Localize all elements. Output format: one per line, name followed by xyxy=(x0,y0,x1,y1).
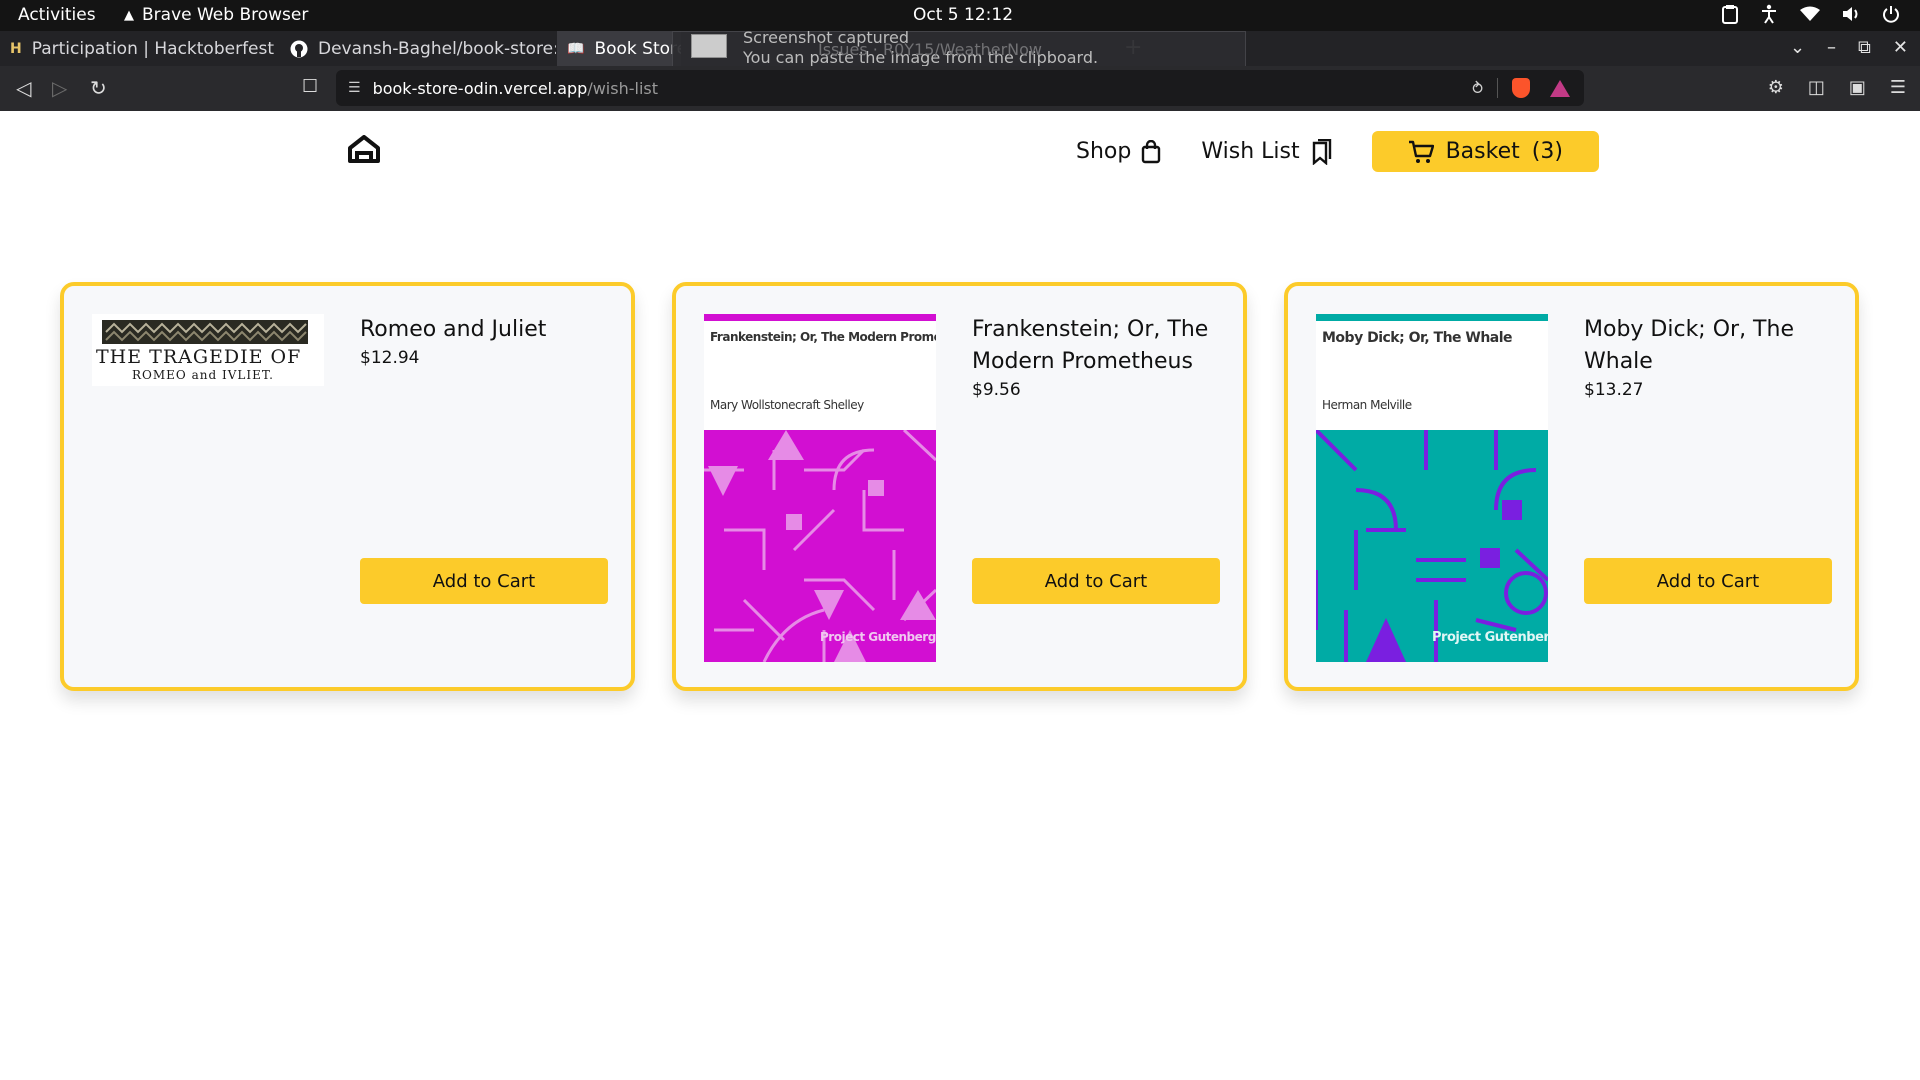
book-price: $12.94 xyxy=(360,348,420,368)
bookmarks-icon xyxy=(1312,138,1331,165)
book-info: Frankenstein; Or, The Modern Prometheus … xyxy=(972,314,1212,400)
book-price: $13.27 xyxy=(1584,380,1644,400)
background-tab-label: Issues · R0Y15/WeatherNow xyxy=(818,40,1042,59)
reload-icon[interactable]: ↻ xyxy=(90,76,107,100)
web-page: Shop Wish List Basket (3) THE TRAGEDIE O… xyxy=(0,111,1920,1080)
minimize-icon[interactable]: – xyxy=(1827,37,1836,58)
address-bar[interactable]: ☰ book-store-odin.vercel.app /wish-list … xyxy=(336,70,1584,106)
shopping-bag-icon xyxy=(1142,139,1161,163)
cover-top-stripe xyxy=(1316,314,1548,321)
add-to-cart-button[interactable]: Add to Cart xyxy=(1584,558,1832,604)
cover-author: Herman Melville xyxy=(1322,398,1412,412)
basket-button[interactable]: Basket (3) xyxy=(1371,131,1599,172)
app-menu[interactable]: ▲ Brave Web Browser xyxy=(124,5,308,25)
divider xyxy=(1497,78,1498,98)
activities-button[interactable]: Activities xyxy=(18,5,96,25)
woodcut-border-image xyxy=(102,320,308,344)
github-icon xyxy=(290,40,308,58)
cart-icon xyxy=(1408,140,1434,163)
brave-rewards-icon[interactable] xyxy=(1550,79,1570,97)
toolbar-tools: ⚙ ◫ ▣ ☰ xyxy=(1768,77,1906,98)
brave-shields-icon[interactable] xyxy=(1512,78,1530,98)
book-info: Romeo and Juliet $12.94 xyxy=(360,314,600,368)
add-to-cart-button[interactable]: Add to Cart xyxy=(972,558,1220,604)
wishlist-grid: THE TRAGEDIE OF ROMEO and IVLIET. Romeo … xyxy=(60,282,1859,691)
accessibility-icon[interactable] xyxy=(1760,4,1778,24)
menu-icon[interactable]: ☰ xyxy=(1890,77,1906,98)
wallet-icon[interactable]: ▣ xyxy=(1849,77,1866,98)
bookmark-icon[interactable]: ☐ xyxy=(302,76,318,97)
tab-label: Devansh-Baghel/book-store: M xyxy=(318,38,556,59)
extensions-icon[interactable]: ⚙ xyxy=(1768,77,1784,98)
power-icon[interactable] xyxy=(1882,5,1900,23)
tab-github[interactable]: Devansh-Baghel/book-store: M xyxy=(280,31,556,66)
brave-lion-icon: ▲ xyxy=(124,7,134,23)
book-title[interactable]: Frankenstein; Or, The Modern Prometheus xyxy=(972,314,1212,378)
hacktoberfest-icon: H xyxy=(10,40,22,57)
basket-count: (3) xyxy=(1531,139,1563,164)
system-top-bar: Activities ▲ Brave Web Browser Oct 5 12:… xyxy=(0,0,1920,31)
system-tray[interactable] xyxy=(1722,4,1900,24)
tab-label: Participation | Hacktoberfest 2 xyxy=(31,38,280,59)
clock[interactable]: Oct 5 12:12 xyxy=(913,5,1013,25)
wishlist-card: Moby Dick; Or, The Whale Herman Melville xyxy=(1284,282,1859,691)
cover-title: Frankenstein; Or, The Modern Prometheus xyxy=(710,330,936,344)
wishlist-card: Frankenstein; Or, The Modern Prometheus … xyxy=(672,282,1247,691)
tab-label: Book Store xyxy=(594,38,681,59)
wifi-icon[interactable] xyxy=(1800,6,1820,22)
site-settings-icon[interactable]: ☰ xyxy=(348,80,361,96)
close-icon[interactable]: ✕ xyxy=(1893,37,1908,58)
back-icon[interactable]: ◁ xyxy=(16,76,31,100)
cover-publisher: Project Gutenberg xyxy=(1432,630,1548,645)
tab-book-store[interactable]: 📖 Book Store xyxy=(557,31,681,66)
add-to-cart-button[interactable]: Add to Cart xyxy=(360,558,608,604)
tab-search-chevron-icon[interactable]: ⌄ xyxy=(1790,37,1805,58)
app-name: Brave Web Browser xyxy=(142,5,309,25)
cover-title: Moby Dick; Or, The Whale xyxy=(1322,330,1513,346)
window-controls: ⌄ – ⧉ ✕ xyxy=(1790,37,1908,58)
book-cover: THE TRAGEDIE OF ROMEO and IVLIET. xyxy=(92,314,324,386)
book-cover: Moby Dick; Or, The Whale Herman Melville xyxy=(1316,314,1548,662)
browser-toolbar: ◁ ▷ ↻ ☐ ☰ book-store-odin.vercel.app /wi… xyxy=(0,66,1920,111)
basket-label: Basket xyxy=(1445,139,1520,164)
share-icon[interactable]: ⥁ xyxy=(1472,79,1483,98)
cover-top-stripe xyxy=(704,314,936,321)
restore-icon[interactable]: ⧉ xyxy=(1858,37,1871,58)
shop-link[interactable]: Shop xyxy=(1076,139,1161,164)
sidebar-icon[interactable]: ◫ xyxy=(1808,77,1825,98)
cover-publisher: Project Gutenberg xyxy=(820,630,936,644)
book-title[interactable]: Romeo and Juliet xyxy=(360,314,600,346)
site-nav: Shop Wish List Basket (3) xyxy=(1076,131,1599,172)
url-host: book-store-odin.vercel.app xyxy=(372,78,588,98)
wishlist-card: THE TRAGEDIE OF ROMEO and IVLIET. Romeo … xyxy=(60,282,635,691)
book-price: $9.56 xyxy=(972,380,1021,400)
forward-icon[interactable]: ▷ xyxy=(52,76,67,100)
screenshot-thumbnail xyxy=(691,34,727,58)
url-path: /wish-list xyxy=(587,78,658,98)
wishlist-label: Wish List xyxy=(1201,139,1300,164)
clipboard-icon[interactable] xyxy=(1722,4,1738,24)
book-cover: Frankenstein; Or, The Modern Prometheus … xyxy=(704,314,936,662)
tab-hacktoberfest[interactable]: H Participation | Hacktoberfest 2 xyxy=(0,31,280,66)
book-info: Moby Dick; Or, The Whale $13.27 xyxy=(1584,314,1824,400)
shop-label: Shop xyxy=(1076,139,1132,164)
cover-author: Mary Wollstonecraft Shelley xyxy=(710,398,864,412)
cover-subtitle-line: ROMEO and IVLIET. xyxy=(132,368,274,382)
cover-title-line: THE TRAGEDIE OF xyxy=(96,346,302,368)
volume-icon[interactable] xyxy=(1842,6,1860,22)
book-title[interactable]: Moby Dick; Or, The Whale xyxy=(1584,314,1824,378)
cover-pattern-image xyxy=(704,430,936,662)
home-logo-icon[interactable] xyxy=(348,135,380,163)
cover-pattern-image xyxy=(1316,430,1548,662)
book-icon: 📖 xyxy=(567,40,585,57)
wishlist-link[interactable]: Wish List xyxy=(1201,138,1331,165)
